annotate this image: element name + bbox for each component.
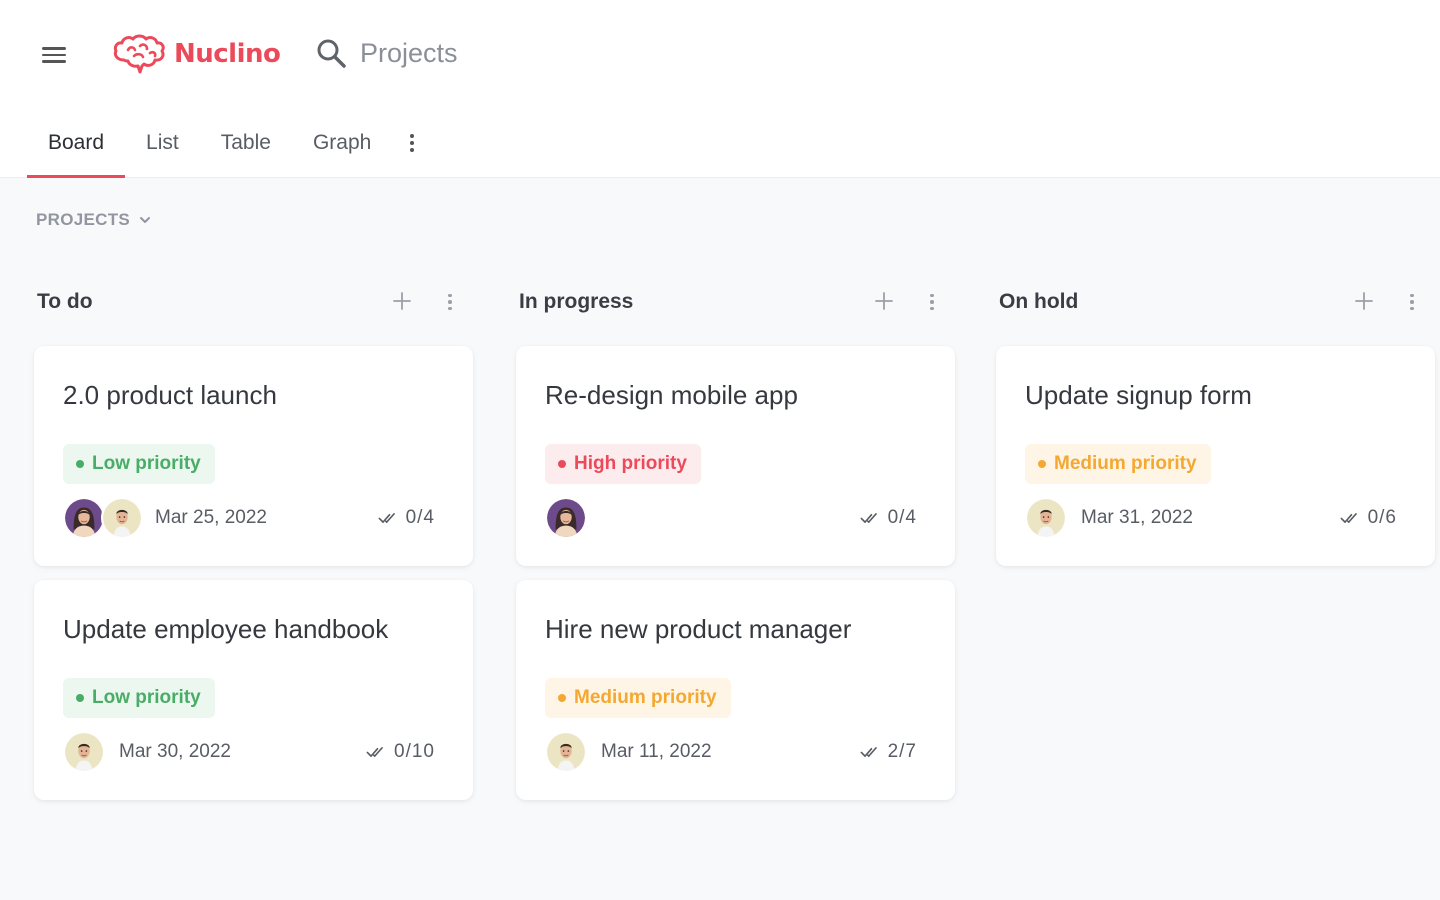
tab-list-label: List xyxy=(146,131,179,154)
card-title: 2.0 product launch xyxy=(63,380,277,410)
card-title: Hire new product manager xyxy=(545,614,852,644)
hamburger-icon[interactable] xyxy=(40,44,68,66)
card-employee-handbook[interactable]: Update employee handbook Low priority Ma… xyxy=(34,580,473,800)
priority-dot xyxy=(76,694,84,702)
tab-board-label: Board xyxy=(48,131,105,154)
card-redesign-mobile-app[interactable]: Re-design mobile app High priority 0/4 xyxy=(516,346,955,566)
add-card-icon[interactable] xyxy=(872,289,896,313)
assignees xyxy=(545,731,587,773)
tab-graph[interactable]: Graph xyxy=(292,118,392,178)
board-column-todo: To do 2.0 product launch Low priority Ma… xyxy=(34,280,474,800)
card-update-signup-form[interactable]: Update signup form Medium priority Mar 3… xyxy=(996,346,1435,566)
collection-dropdown[interactable]: PROJECTS xyxy=(36,210,152,230)
top-bar: Nuclino Projects Board List Table Graph xyxy=(0,0,1440,178)
avatar[interactable] xyxy=(101,497,143,539)
priority-label: High priority xyxy=(574,453,687,474)
task-count: 0/4 xyxy=(860,507,917,529)
card-meta: Mar 11, 2022 2/7 xyxy=(545,731,955,773)
app-name: Nuclino xyxy=(174,39,281,69)
tab-graph-label: Graph xyxy=(312,131,372,154)
add-card-icon[interactable] xyxy=(1352,289,1376,313)
priority-badge: Low priority xyxy=(63,444,215,484)
search-icon xyxy=(317,39,346,68)
due-date: Mar 25, 2022 xyxy=(155,507,267,528)
double-check-icon xyxy=(1340,510,1362,526)
task-count: 0/10 xyxy=(366,741,435,763)
card-meta: 0/4 xyxy=(545,497,955,539)
priority-dot xyxy=(1038,460,1046,468)
tab-board[interactable]: Board xyxy=(27,118,126,178)
tab-table-label: Table xyxy=(220,131,271,154)
priority-label: Low priority xyxy=(92,453,201,474)
card-meta: Mar 30, 2022 0/10 xyxy=(63,731,473,773)
column-header: To do xyxy=(34,280,474,324)
tab-list[interactable]: List xyxy=(125,118,200,178)
avatar[interactable] xyxy=(63,497,105,539)
view-tabs: Board List Table Graph xyxy=(27,118,432,178)
column-title: In progress xyxy=(519,290,634,313)
column-menu-icon[interactable] xyxy=(922,290,942,314)
assignees xyxy=(1025,497,1067,539)
brain-icon xyxy=(113,34,165,74)
assignees xyxy=(545,497,587,539)
column-title: To do xyxy=(37,290,93,313)
card-title: Update signup form xyxy=(1025,380,1252,410)
task-count: 2/7 xyxy=(860,741,917,763)
due-date: Mar 31, 2022 xyxy=(1081,507,1193,528)
column-header: In progress xyxy=(516,280,956,324)
chevron-down-icon xyxy=(140,217,151,223)
priority-badge: High priority xyxy=(545,444,701,484)
more-views-icon[interactable] xyxy=(392,118,432,178)
board-column-in-progress: In progress Re-design mobile app High pr… xyxy=(516,280,956,800)
card-hire-product-manager[interactable]: Hire new product manager Medium priority… xyxy=(516,580,955,800)
double-check-icon xyxy=(860,510,882,526)
collection-label: PROJECTS xyxy=(36,210,131,229)
task-count-label: 2/7 xyxy=(887,741,917,762)
column-menu-icon[interactable] xyxy=(1402,290,1422,314)
card-title: Re-design mobile app xyxy=(545,380,798,410)
avatar[interactable] xyxy=(63,731,105,773)
column-header: On hold xyxy=(996,280,1436,324)
card-meta: Mar 25, 2022 0/4 xyxy=(63,497,473,539)
priority-dot xyxy=(76,460,84,468)
priority-dot xyxy=(558,694,566,702)
card-product-launch[interactable]: 2.0 product launch Low priority Mar 25, … xyxy=(34,346,473,566)
task-count: 0/6 xyxy=(1340,507,1397,529)
task-count-label: 0/10 xyxy=(394,741,435,762)
card-title: Update employee handbook xyxy=(63,614,389,644)
double-check-icon xyxy=(860,744,882,760)
priority-dot xyxy=(558,460,566,468)
task-count-label: 0/4 xyxy=(887,507,917,528)
board-column-on-hold: On hold Update signup form Medium priori… xyxy=(996,280,1436,566)
column-menu-icon[interactable] xyxy=(440,290,460,314)
task-count-label: 0/4 xyxy=(405,507,435,528)
avatar[interactable] xyxy=(1025,497,1067,539)
search-label: Projects xyxy=(360,37,458,68)
task-count: 0/4 xyxy=(378,507,435,529)
tab-table[interactable]: Table xyxy=(200,118,292,178)
app-logo[interactable]: Nuclino xyxy=(112,34,281,74)
priority-label: Medium priority xyxy=(574,687,717,708)
priority-label: Low priority xyxy=(92,687,201,708)
double-check-icon xyxy=(378,510,400,526)
priority-badge: Medium priority xyxy=(545,678,731,718)
assignees xyxy=(63,731,105,773)
search-button[interactable]: Projects xyxy=(314,36,458,70)
priority-badge: Medium priority xyxy=(1025,444,1211,484)
avatar[interactable] xyxy=(545,497,587,539)
assignees xyxy=(63,497,143,539)
priority-label: Medium priority xyxy=(1054,453,1197,474)
double-check-icon xyxy=(366,744,388,760)
task-count-label: 0/6 xyxy=(1367,507,1397,528)
add-card-icon[interactable] xyxy=(390,289,414,313)
due-date: Mar 30, 2022 xyxy=(119,741,231,762)
due-date: Mar 11, 2022 xyxy=(601,741,712,762)
card-meta: Mar 31, 2022 0/6 xyxy=(1025,497,1435,539)
priority-badge: Low priority xyxy=(63,678,215,718)
avatar[interactable] xyxy=(545,731,587,773)
column-title: On hold xyxy=(999,290,1079,313)
